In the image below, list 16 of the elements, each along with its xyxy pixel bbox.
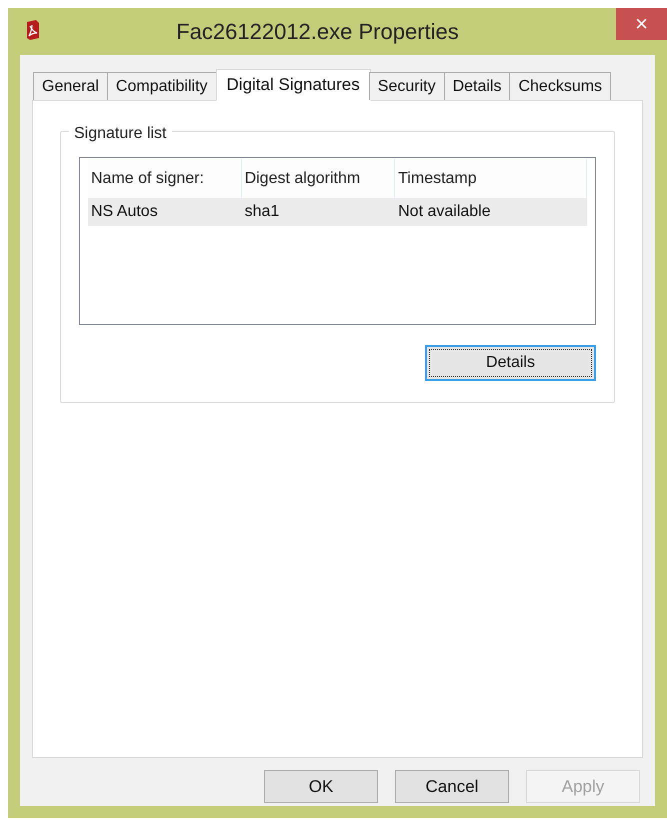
- dialog-button[interactable]: OK: [264, 770, 378, 803]
- details-button[interactable]: Details: [425, 345, 596, 381]
- tab[interactable]: Security: [368, 72, 445, 100]
- dialog-button[interactable]: Cancel: [395, 770, 509, 803]
- list-row[interactable]: NS Autos sha1 Not available: [88, 198, 587, 226]
- list-cell-text: Not available: [397, 202, 492, 222]
- tab[interactable]: General: [33, 72, 108, 100]
- pdf-document-icon: [26, 20, 40, 40]
- list-cell-text: sha1: [244, 202, 280, 222]
- column-header[interactable]: Digest algorithm: [242, 159, 396, 198]
- close-button[interactable]: ×: [616, 8, 667, 40]
- window-title: Fac26122012.exe Properties: [176, 18, 459, 46]
- column-header[interactable]: Timestamp: [395, 159, 587, 198]
- tab[interactable]: Checksums: [509, 72, 612, 100]
- tab[interactable]: Digital Signatures: [216, 69, 371, 101]
- list-cell-text: NS Autos: [90, 202, 159, 222]
